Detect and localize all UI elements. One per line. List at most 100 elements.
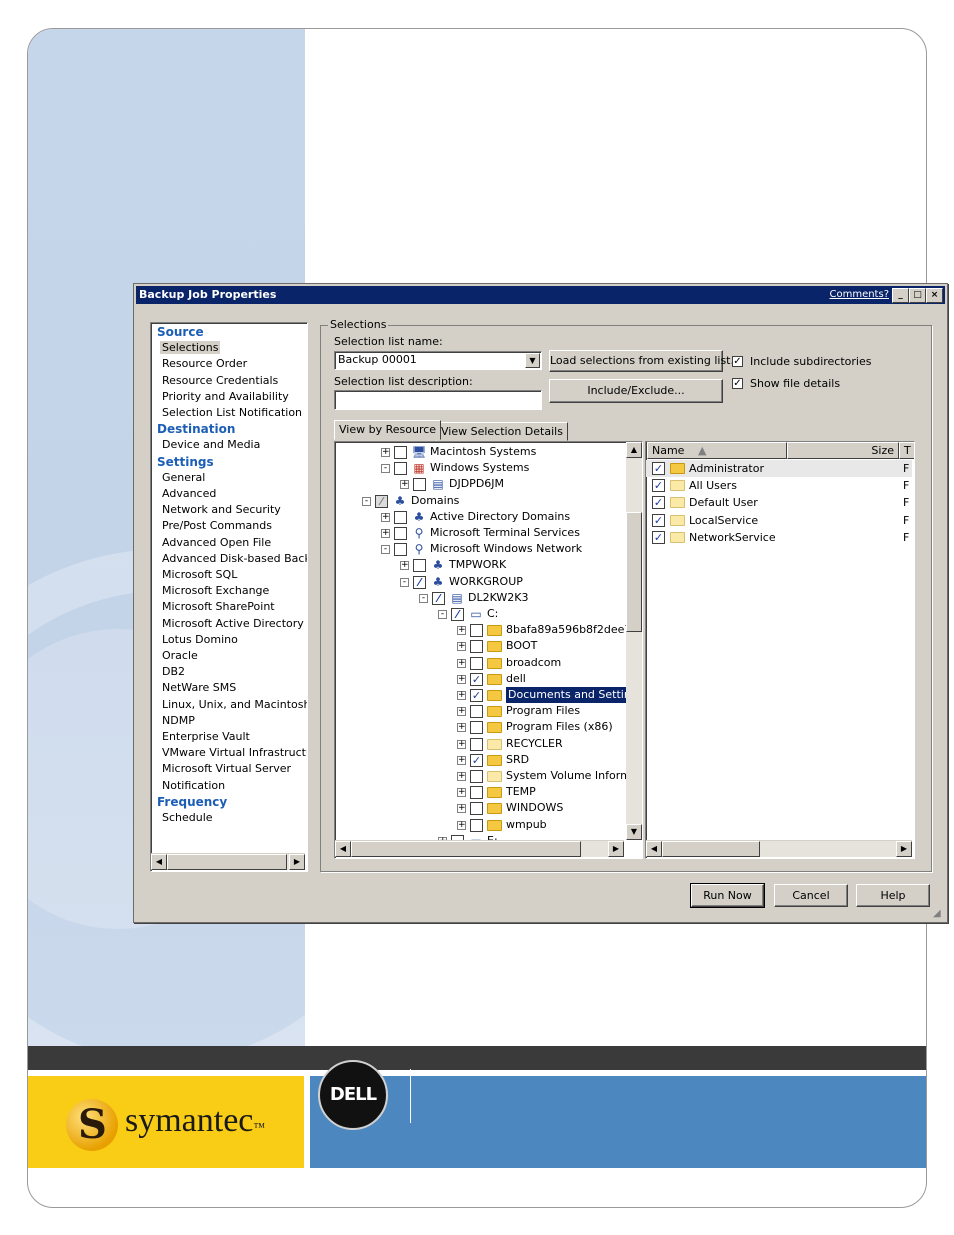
- expand-icon[interactable]: +: [457, 804, 466, 814]
- selection-list-description-field[interactable]: [334, 390, 542, 410]
- file-row-checkbox[interactable]: ✓: [652, 479, 665, 493]
- tree-node-checkbox[interactable]: [413, 559, 426, 573]
- include-subdirectories-checkbox[interactable]: ✓: [732, 356, 743, 367]
- scroll-left-arrow-icon[interactable]: ◀: [335, 841, 351, 857]
- nav-item[interactable]: Network and Security: [162, 503, 281, 516]
- show-file-details-checkbox[interactable]: ✓: [732, 378, 743, 389]
- nav-item[interactable]: Microsoft SQL: [162, 568, 237, 581]
- tree-node-checkbox[interactable]: [470, 624, 483, 638]
- collapse-icon[interactable]: -: [438, 610, 447, 619]
- expand-icon[interactable]: +: [457, 772, 466, 781]
- expand-icon[interactable]: +: [457, 707, 466, 717]
- scroll-right-arrow-icon[interactable]: ▶: [896, 841, 912, 857]
- expand-icon[interactable]: +: [457, 755, 466, 765]
- nav-item[interactable]: Linux, Unix, and Macintosh: [162, 698, 307, 711]
- nav-item[interactable]: Schedule: [162, 811, 213, 824]
- tree-node-checkbox[interactable]: ✓: [470, 672, 483, 686]
- nav-item[interactable]: Enterprise Vault: [162, 730, 250, 743]
- collapse-icon[interactable]: -: [381, 464, 390, 474]
- close-button[interactable]: ×: [926, 288, 943, 303]
- tree-node-checkbox[interactable]: ✓: [470, 753, 483, 767]
- file-list-row[interactable]: ✓ All Users F: [646, 477, 912, 494]
- file-row-checkbox[interactable]: ✓: [652, 462, 665, 475]
- nav-item[interactable]: Advanced Disk-based Backup: [162, 552, 307, 565]
- expand-icon[interactable]: +: [457, 642, 466, 652]
- filelist-hscroll-thumb[interactable]: [662, 841, 760, 857]
- nav-item[interactable]: NetWare SMS: [162, 681, 236, 694]
- filelist-horizontal-scrollbar[interactable]: ◀ ▶: [646, 840, 912, 857]
- tree-node-checkbox[interactable]: [394, 527, 407, 540]
- scroll-up-arrow-icon[interactable]: ▲: [626, 442, 642, 458]
- nav-item[interactable]: Resource Credentials: [162, 374, 278, 387]
- chevron-down-icon[interactable]: ▼: [525, 353, 540, 368]
- collapse-icon[interactable]: -: [362, 496, 371, 506]
- column-header-size[interactable]: Size: [787, 442, 899, 459]
- tab-view-by-resource[interactable]: View by Resource: [334, 420, 442, 440]
- scroll-down-arrow-icon[interactable]: ▼: [626, 824, 642, 840]
- expand-icon[interactable]: +: [457, 626, 466, 636]
- nav-item[interactable]: Notification: [162, 779, 225, 792]
- nav-item[interactable]: Resource Order: [162, 357, 247, 370]
- expand-icon[interactable]: +: [457, 691, 466, 700]
- scroll-right-arrow-icon[interactable]: ▶: [608, 841, 624, 857]
- tab-view-selection-details[interactable]: View Selection Details: [436, 422, 568, 441]
- tree-node-checkbox[interactable]: [470, 640, 483, 654]
- expand-icon[interactable]: +: [400, 561, 409, 571]
- file-list-row[interactable]: ✓ Administrator F: [646, 460, 912, 477]
- load-selections-button[interactable]: Load selections from existing list...: [549, 350, 741, 372]
- resize-grip-icon[interactable]: ◢: [933, 908, 945, 920]
- file-row-checkbox[interactable]: ✓: [652, 496, 665, 510]
- nav-item[interactable]: General: [162, 471, 205, 484]
- tree-node-checkbox[interactable]: [394, 446, 407, 459]
- column-header-name[interactable]: Name ▲: [647, 442, 787, 459]
- nav-item[interactable]: Device and Media: [162, 438, 260, 451]
- tree-node-checkbox[interactable]: ⁄: [451, 608, 464, 621]
- nav-item[interactable]: Advanced Open File: [162, 536, 271, 549]
- tree-node-checkbox[interactable]: [470, 770, 483, 783]
- nav-item[interactable]: Pre/Post Commands: [162, 519, 272, 532]
- help-button[interactable]: Help: [856, 884, 930, 907]
- nav-scroll-thumb[interactable]: [167, 854, 287, 870]
- expand-icon[interactable]: +: [381, 529, 390, 538]
- tree-node-checkbox[interactable]: [394, 510, 407, 524]
- expand-icon[interactable]: +: [381, 448, 390, 457]
- expand-icon[interactable]: +: [400, 480, 409, 490]
- tree-node-checkbox[interactable]: [470, 737, 483, 751]
- nav-item[interactable]: Priority and Availability: [162, 390, 289, 403]
- nav-item[interactable]: Lotus Domino: [162, 633, 238, 646]
- minimize-button[interactable]: _: [892, 288, 909, 303]
- cancel-button[interactable]: Cancel: [774, 884, 848, 907]
- tree-node-checkbox[interactable]: ⁄: [413, 575, 426, 589]
- tree-node-checkbox[interactable]: [470, 802, 483, 816]
- tree-node-checkbox[interactable]: [470, 656, 483, 670]
- tree-node-checkbox[interactable]: ✓: [470, 689, 483, 702]
- include-exclude-button[interactable]: Include/Exclude...: [549, 379, 723, 403]
- file-list-row[interactable]: ✓ NetworkService F: [646, 529, 912, 546]
- tree-node-checkbox[interactable]: ⁄: [432, 591, 445, 605]
- nav-item[interactable]: NDMP: [162, 714, 195, 727]
- tree-node-checkbox[interactable]: [470, 721, 483, 735]
- nav-item[interactable]: VMware Virtual Infrastructure: [162, 746, 307, 759]
- scroll-right-arrow-icon[interactable]: ▶: [289, 854, 305, 870]
- expand-icon[interactable]: +: [457, 658, 466, 668]
- selection-list-name-combo[interactable]: Backup 00001 ▼: [334, 351, 542, 370]
- nav-item[interactable]: Microsoft Exchange: [162, 584, 269, 597]
- nav-item[interactable]: Microsoft Virtual Server: [162, 762, 291, 775]
- nav-item[interactable]: Selection List Notification: [162, 406, 302, 419]
- tree-horizontal-scrollbar[interactable]: ◀ ▶: [335, 840, 624, 857]
- nav-item[interactable]: Microsoft SharePoint: [162, 600, 275, 613]
- maximize-button[interactable]: □: [909, 288, 926, 303]
- file-row-checkbox[interactable]: ✓: [652, 513, 665, 527]
- nav-item[interactable]: Oracle: [162, 649, 198, 662]
- nav-item[interactable]: Advanced: [162, 487, 216, 500]
- collapse-icon[interactable]: -: [400, 577, 409, 587]
- column-header-type[interactable]: T: [899, 442, 914, 459]
- collapse-icon[interactable]: -: [381, 545, 390, 555]
- tree-hscroll-thumb[interactable]: [351, 841, 581, 857]
- expand-icon[interactable]: +: [381, 512, 390, 522]
- file-list-row[interactable]: ✓ Default User F: [646, 494, 912, 511]
- expand-icon[interactable]: +: [457, 820, 466, 830]
- comments-link[interactable]: Comments?: [829, 286, 889, 304]
- file-row-checkbox[interactable]: ✓: [652, 530, 665, 544]
- tree-scroll-thumb[interactable]: [626, 512, 642, 632]
